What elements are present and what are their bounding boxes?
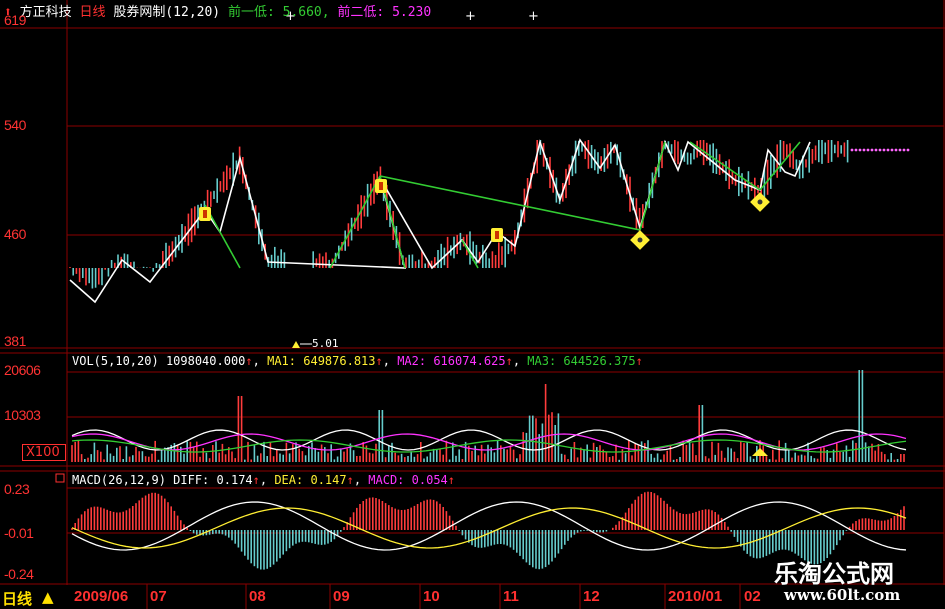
prev-low2-value: 5.230 [392,5,432,20]
vol-ma2-value: 616074.625 [433,354,506,368]
vol-unit-box: X100 [22,444,66,461]
zigzag-line [69,138,811,304]
diff-arrow-icon: ↑ [252,473,260,487]
period-label: 日线 [79,5,106,20]
month-label-10: 10 [423,588,440,605]
macd-dea-label: DEA: [274,473,304,487]
macd-diff-value: 0.174 [216,473,253,487]
volume-bars [71,370,905,462]
month-label-07: 07 [150,588,167,605]
macd-header: MACD(26,12,9) DIFF: 0.174↑, DEA: 0.147↑,… [72,473,455,487]
trend-line [379,175,641,231]
vol-title: VOL(5,10,20) [72,354,159,368]
price-axis-381: 381 [4,333,26,349]
price-axis-540: 540 [4,117,26,133]
bottom-triangle-marker [292,341,300,348]
month-label-11: 11 [503,588,519,605]
macd-dea-line [71,507,907,549]
ma1-arrow-icon: ↑ [375,354,383,368]
vol-axis-top: 20606 [4,362,41,378]
price-axis-619: 619 [4,12,26,28]
month-label-2010-01: 2010/01 [668,588,723,605]
macd-axis-mid: -0.01 [4,525,34,541]
vol-ma1-value: 649876.813 [303,354,376,368]
dea-arrow-icon: ↑ [346,473,354,487]
projection-dot [850,148,854,152]
macd-diff-label: DIFF: [173,473,210,487]
stock-name: 方正科技 [19,5,72,20]
macd-diff-line [71,501,907,551]
vol-axis-mid: 10303 [4,407,41,423]
vol-header: VOL(5,10,20) 1098040.000↑, MA1: 649876.8… [72,354,643,368]
vol-value: 1098040.000 [165,354,246,368]
macd-arrow-icon: ↑ [447,473,455,487]
period-switch-button[interactable]: 日线 ▲ [0,586,66,608]
projection-dot [862,148,866,152]
macd-axis-top: 0.23 [4,481,30,497]
trend-line [329,175,381,269]
projection-dot [870,148,874,152]
macd-macd-label: MACD: [368,473,405,487]
month-label-2009-06: 2009/06 [74,588,129,605]
vol-ma2-label: MA2: [397,354,427,368]
macd-dea-value: 0.147 [310,473,347,487]
projection-dot [854,148,858,152]
price-bars [69,140,849,289]
indicator-name: 股券网制(12,20) [113,5,221,20]
buy-signal-core [203,210,207,218]
macd-title: MACD(26,12,9) [72,473,166,487]
macd-macd-value: 0.054 [411,473,448,487]
vol-arrow-icon: ↑ [245,354,253,368]
projection-dot [902,148,906,152]
turn-signal-core [637,237,643,243]
projection-dot [906,148,910,152]
bottom-marker-label: 5.01 [312,337,339,350]
period-switch-label: 日线 [2,590,33,608]
plus-marker: + [465,9,476,24]
watermark-name: 乐淘公式网 [774,560,894,588]
vol-ma1-label: MA1: [267,354,297,368]
macd-corner-icon [55,473,65,483]
price-axis-460: 460 [4,226,26,242]
chart-header: ⬆ 方正科技 日线 股券网制(12,20) 前一低: 5.660, 前二低: 5… [4,1,431,20]
ma3-arrow-icon: ↑ [635,354,643,368]
signal-markers: + + + [199,9,770,348]
triangle-up-icon: ▲ [42,588,54,606]
plus-marker: + [528,9,539,24]
trend-lines [204,141,910,269]
buy-signal-core [495,231,499,239]
time-ticks [146,584,741,609]
zigzag-polyline [69,138,811,304]
site-watermark: 乐淘公式网 www.60lt.com [754,548,945,609]
vol-ma3-value: 644526.375 [563,354,636,368]
trend-line [639,141,666,231]
projection-dot [878,148,882,152]
ma2-arrow-icon: ↑ [505,354,513,368]
vol-ma3-label: MA3: [527,354,557,368]
chart-canvas: + + + [0,0,945,609]
watermark-url: www.60lt.com [784,586,901,604]
projection-dot [858,148,862,152]
volume-triangle-marker [752,448,768,456]
month-label-08: 08 [249,588,266,605]
projection-dot [866,148,870,152]
month-label-12: 12 [583,588,600,605]
buy-signal-core [379,182,383,190]
prev-low1-value: 5.660, [282,5,330,20]
prev-low1-label: 前一低: [227,5,275,20]
turn-signal-core [757,199,763,205]
projection-dot [898,148,902,152]
prev-low2-label: 前二低: [337,5,385,20]
chart-grid [0,0,945,585]
projection-dot [894,148,898,152]
projection-dot [890,148,894,152]
macd-axis-bottom: -0.24 [4,566,34,582]
month-label-09: 09 [333,588,350,605]
trend-line [689,141,761,191]
vol-unit-label: X100 [26,445,60,460]
projection-dot [882,148,886,152]
projection-dot [874,148,878,152]
projection-dot [886,148,890,152]
